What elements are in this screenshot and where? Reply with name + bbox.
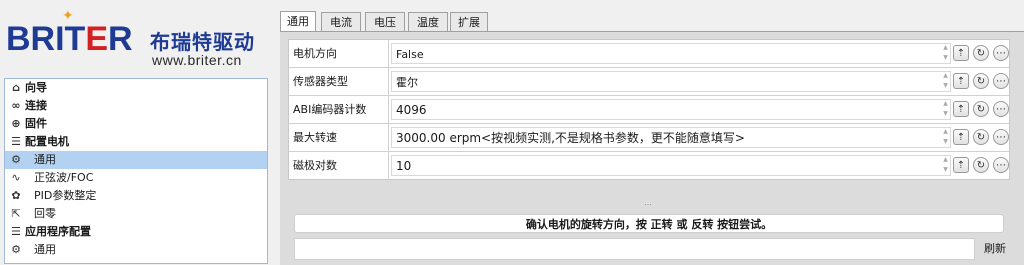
param-label: 传感器类型 [289,68,389,95]
gear-icon: ⚙ [11,153,21,166]
more-icon[interactable]: ⋯ [993,129,1009,145]
nav-item-app-general[interactable]: ⚙ 通用 [5,241,267,259]
firmware-icon: ⊕ [11,117,21,130]
home-icon: ⌂ [12,81,20,94]
param-value-spinbox[interactable]: 4096 [391,99,951,120]
nav-item-wizard[interactable]: ⌂ 向导 [5,79,267,97]
reset-icon[interactable]: ↻ [973,101,989,117]
param-row-max-speed: 最大转速 3000.00 erpm<按视频实测,不是规格书参数，更不能随意填写>… [289,124,1009,152]
spin-arrows-icon[interactable]: ▲ ▼ [941,127,950,148]
logo: ✦ BRITER 布瑞特驱动 www.briter.cn [0,0,280,78]
nav-item-motor-config[interactable]: ☰ 配置电机 [5,133,267,151]
param-row-abi-count: ABI编码器计数 4096 ▲ ▼ ⇡ ↻ ⋯ [289,96,1009,124]
reset-icon[interactable]: ↻ [973,45,989,61]
brand-logo-text: BRITER [6,20,133,58]
tab-panel-general: 电机方向 False ▲ ▼ ⇡ ↻ ⋯ 传感器类型 霍尔 ▲ ▼ ⇡ ↻ ⋯ AB… [280,31,1024,265]
spin-arrows-icon[interactable]: ▲ ▼ [941,99,950,120]
param-value-spinbox[interactable]: 10 [391,155,951,176]
more-icon[interactable]: ⋯ [993,45,1009,61]
upload-icon[interactable]: ⇡ [953,101,969,117]
param-label: ABI编码器计数 [289,96,389,123]
reset-icon[interactable]: ↻ [973,73,989,89]
param-value-dropdown[interactable]: 霍尔 [391,71,951,92]
navigation-tree[interactable]: ⌂ 向导 ∞ 连接 ⊕ 固件 ☰ 配置电机 ⚙ 通用 ∿ 正弦波/FOC ✿ PID参数整定 … [4,78,268,264]
parameter-grid: 电机方向 False ▲ ▼ ⇡ ↻ ⋯ 传感器类型 霍尔 ▲ ▼ ⇡ ↻ ⋯ AB… [288,39,1010,180]
tab-temperature[interactable]: 温度 [408,12,448,31]
confirm-direction-message: 确认电机的旋转方向，按 正转 或 反转 按钮尝试。 [294,214,1004,233]
tuning-icon: ✿ [11,189,21,202]
nav-item-firmware[interactable]: ⊕ 固件 [5,115,267,133]
spin-arrows-icon[interactable]: ▲ ▼ [941,155,950,176]
sliders-icon: ☰ [11,225,21,238]
gear-icon: ⚙ [11,243,21,256]
nav-item-app-config[interactable]: ☰ 应用程序配置 [5,223,267,241]
nav-item-connect[interactable]: ∞ 连接 [5,97,267,115]
link-icon: ∞ [11,99,21,112]
more-icon[interactable]: ⋯ [993,157,1009,173]
upload-icon[interactable]: ⇡ [953,157,969,173]
param-label: 磁极对数 [289,152,389,179]
home-return-icon: ⇱ [11,207,21,220]
tab-extension[interactable]: 扩展 [450,12,488,31]
param-row-motor-direction: 电机方向 False ▲ ▼ ⇡ ↻ ⋯ [289,40,1009,68]
spin-arrows-icon[interactable]: ▲ ▼ [941,71,950,92]
spin-arrows-icon[interactable]: ▲ ▼ [941,43,950,64]
sine-wave-icon: ∿ [11,171,21,184]
nav-item-motor-general[interactable]: ⚙ 通用 [5,151,267,169]
param-value-dropdown[interactable]: False [391,43,951,64]
tab-voltage[interactable]: 电压 [365,12,405,31]
upload-icon[interactable]: ⇡ [953,73,969,89]
sliders-icon: ☰ [11,135,21,148]
param-label: 最大转速 [289,124,389,151]
splitter-handle[interactable]: ... [288,199,1008,207]
more-icon[interactable]: ⋯ [993,101,1009,117]
more-icon[interactable]: ⋯ [993,73,1009,89]
upload-icon[interactable]: ⇡ [953,45,969,61]
nav-item-pid-tuning[interactable]: ✿ PID参数整定 [5,187,267,205]
nav-item-homing[interactable]: ⇱ 回零 [5,205,267,223]
param-row-sensor-type: 传感器类型 霍尔 ▲ ▼ ⇡ ↻ ⋯ [289,68,1009,96]
brand-url: www.briter.cn [152,52,242,68]
log-output-field[interactable] [294,238,975,260]
param-value-spinbox[interactable]: 3000.00 erpm<按视频实测,不是规格书参数，更不能随意填写> [391,127,951,148]
nav-item-sine-foc[interactable]: ∿ 正弦波/FOC [5,169,267,187]
refresh-button[interactable]: 刷新 [980,238,1010,260]
param-row-pole-pairs: 磁极对数 10 ▲ ▼ ⇡ ↻ ⋯ [289,152,1009,179]
reset-icon[interactable]: ↻ [973,129,989,145]
brand-chinese-name: 布瑞特驱动 [150,30,255,54]
upload-icon[interactable]: ⇡ [953,129,969,145]
reset-icon[interactable]: ↻ [973,157,989,173]
tab-current[interactable]: 电流 [321,12,361,31]
param-label: 电机方向 [289,40,389,67]
tab-general[interactable]: 通用 [280,11,316,32]
